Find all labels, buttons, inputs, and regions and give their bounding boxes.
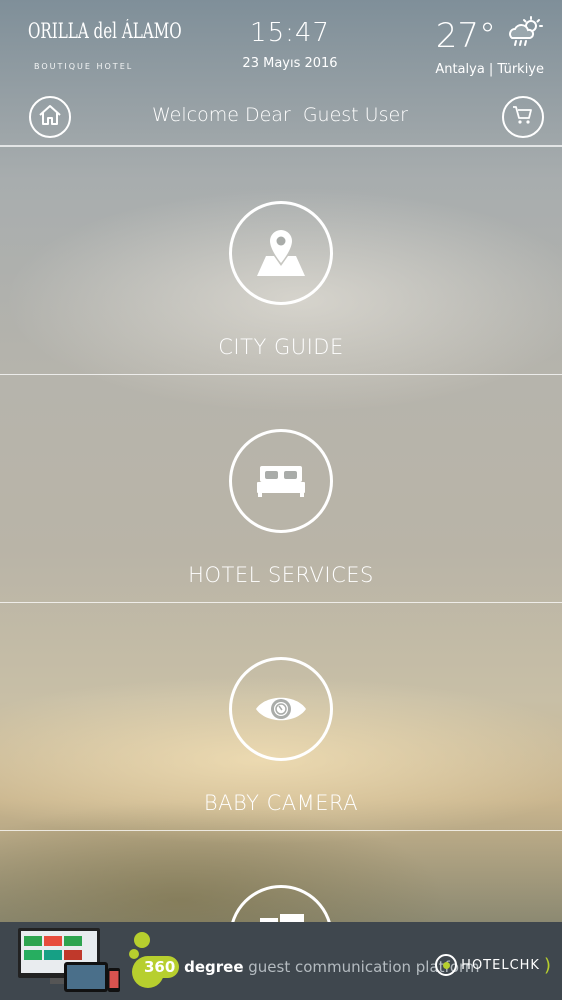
home-button[interactable] <box>29 96 71 138</box>
cart-icon <box>512 105 534 129</box>
footer-banner: 360 degree guest communication platform … <box>0 922 562 1000</box>
weather-widget: 27° Antalya | Türkiye <box>404 16 544 77</box>
menu-divider <box>0 830 562 831</box>
location-text: Antalya | Türkiye <box>435 62 544 77</box>
current-date: 23 Mayıs 2016 <box>242 56 338 71</box>
app-header: ORILLA del ÁLAMO BOUTIQUE HOTEL 15:47 23… <box>0 0 562 147</box>
cart-button[interactable] <box>502 96 544 138</box>
logo-text: ORILLA del ÁLAMO <box>28 19 182 43</box>
map-pin-icon <box>229 201 333 305</box>
main-menu: CITY GUIDE HOTEL SERVICES BABY CAMERA <box>0 147 562 831</box>
welcome-prefix: Welcome Dear <box>152 104 291 126</box>
partner-logo: HOTELCHK ) <box>435 954 552 976</box>
menu-item-city-guide[interactable]: CITY GUIDE <box>0 147 562 375</box>
welcome-message: Welcome Dear Guest User <box>120 104 440 126</box>
hotelchk-logo-icon <box>435 954 458 976</box>
menu-label-city-guide: CITY GUIDE <box>218 335 344 359</box>
logo-subtitle: BOUTIQUE HOTEL <box>34 62 134 71</box>
brand-word: degree <box>184 958 244 976</box>
devices-illustration <box>14 926 124 996</box>
menu-label-baby-camera: BABY CAMERA <box>203 791 359 815</box>
brand-number: 360 <box>140 956 180 978</box>
menu-item-hotel-services[interactable]: HOTEL SERVICES <box>0 375 562 603</box>
clock-widget: 15:47 23 Mayıs 2016 <box>200 18 380 71</box>
user-name: Guest User <box>302 104 408 126</box>
temperature: 27° <box>435 16 496 56</box>
home-icon <box>38 104 62 130</box>
hotel-logo: ORILLA del ÁLAMO BOUTIQUE HOTEL <box>28 18 182 80</box>
current-time: 15:47 <box>250 18 330 48</box>
menu-label-hotel-services: HOTEL SERVICES <box>188 563 374 587</box>
bed-icon <box>229 429 333 533</box>
menu-item-baby-camera[interactable]: BABY CAMERA <box>0 603 562 831</box>
partner-name: HOTELCHK <box>461 957 540 973</box>
brand-line: 360 degree guest communication platform <box>140 956 480 978</box>
partly-cloudy-rain-icon <box>506 16 544 52</box>
eye-camera-icon <box>229 657 333 761</box>
paren-glyph-icon: ) <box>543 954 552 976</box>
